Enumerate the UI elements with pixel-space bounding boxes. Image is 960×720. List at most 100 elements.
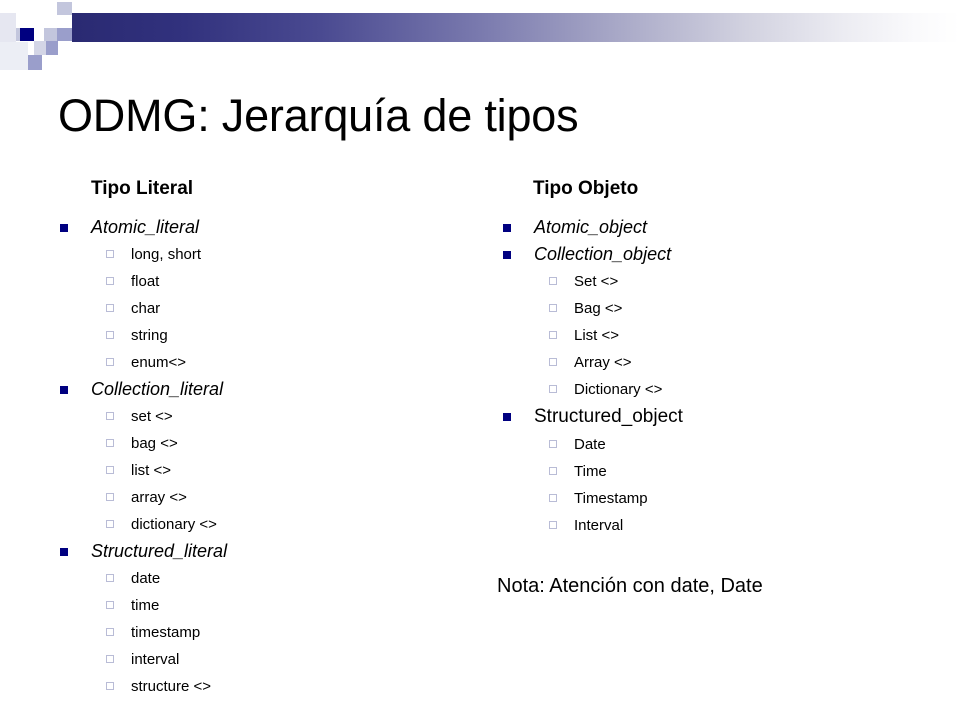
type-subitem: Time <box>487 458 927 485</box>
hollow-square-bullet-icon <box>106 520 114 528</box>
hollow-square-bullet-icon <box>106 358 114 366</box>
type-subitem: array <> <box>44 484 464 511</box>
type-group-item: Structured_literal <box>44 538 464 565</box>
type-subitem-label: dictionary <> <box>131 516 217 533</box>
header-tile <box>46 41 58 55</box>
header-tile <box>34 41 46 55</box>
type-subitem: dictionary <> <box>44 511 464 538</box>
type-subitem-label: List <> <box>574 327 620 344</box>
hollow-square-bullet-icon <box>549 521 557 529</box>
type-subitem: time <box>44 592 464 619</box>
type-group-label: Structured_object <box>534 406 683 427</box>
type-subitem-label: time <box>131 597 160 614</box>
type-subitem: List <> <box>487 322 927 349</box>
type-subitem-list: long, short float char string enum<> <box>44 241 464 376</box>
type-subitem-label: enum<> <box>131 354 187 371</box>
type-subitem: char <box>44 295 464 322</box>
header-tile <box>0 13 16 42</box>
type-subitem-label: timestamp <box>131 624 201 641</box>
column-heading-object: Tipo Objeto <box>533 178 639 199</box>
type-subitem-list: Set <> Bag <> List <> Array <> Dictionary <> <box>487 268 927 403</box>
hollow-square-bullet-icon <box>106 304 114 312</box>
hollow-square-bullet-icon <box>106 682 114 690</box>
hollow-square-bullet-icon <box>549 277 557 285</box>
header-tile <box>0 42 28 70</box>
hollow-square-bullet-icon <box>106 250 114 258</box>
type-subitem: float <box>44 268 464 295</box>
type-subitem: interval <box>44 646 464 673</box>
type-subitem-label: Interval <box>574 517 624 534</box>
type-subitem: date <box>44 565 464 592</box>
hollow-square-bullet-icon <box>106 277 114 285</box>
type-subitem-label: structure <> <box>131 678 212 695</box>
type-group-item: Collection_literal <box>44 376 464 403</box>
type-group-label: Atomic_object <box>534 217 648 237</box>
type-subitem-list: set <> bag <> list <> array <> dictionary <> <box>44 403 464 538</box>
type-subitem: Interval <box>487 512 927 539</box>
type-subitem-label: array <> <box>131 489 187 506</box>
type-subitem-label: bag <> <box>131 435 178 452</box>
hollow-square-bullet-icon <box>549 385 557 393</box>
type-subitem: enum<> <box>44 349 464 376</box>
object-type-list: Atomic_object Collection_object Set <> Bag … <box>487 214 927 539</box>
type-subitem-label: set <> <box>131 408 173 425</box>
header-tile <box>44 28 57 41</box>
type-subitem: string <box>44 322 464 349</box>
hollow-square-bullet-icon <box>549 358 557 366</box>
type-subitem: bag <> <box>44 430 464 457</box>
type-group-item: Atomic_literal <box>44 214 464 241</box>
header-tile <box>57 28 72 41</box>
type-group-label: Atomic_literal <box>91 217 200 237</box>
square-bullet-icon <box>503 413 511 421</box>
type-subitem-list: date time timestamp interval structure <> <box>44 565 464 700</box>
hollow-square-bullet-icon <box>549 494 557 502</box>
type-subitem-label: string <box>131 327 168 344</box>
type-group-label: Collection_object <box>534 244 672 264</box>
hollow-square-bullet-icon <box>106 628 114 636</box>
type-subitem: Set <> <box>487 268 927 295</box>
hollow-square-bullet-icon <box>549 331 557 339</box>
hollow-square-bullet-icon <box>106 412 114 420</box>
hollow-square-bullet-icon <box>549 440 557 448</box>
header-gradient-bar <box>72 13 960 42</box>
type-subitem-list: Date Time Timestamp Interval <box>487 431 927 539</box>
type-subitem-label: list <> <box>131 462 172 479</box>
column-heading-literal: Tipo Literal <box>91 178 194 199</box>
type-group-item: Structured_object <box>487 403 927 431</box>
nota-text: Nota: Atención con date, Date <box>497 575 763 597</box>
hollow-square-bullet-icon <box>106 493 114 501</box>
type-subitem-label: long, short <box>131 246 202 263</box>
type-group-label: Collection_literal <box>91 379 224 399</box>
type-subitem-label: char <box>131 300 161 317</box>
square-bullet-icon <box>503 251 511 259</box>
literal-type-list: Atomic_literal long, short float char string… <box>44 214 464 700</box>
square-bullet-icon <box>60 386 68 394</box>
type-subitem-label: Bag <> <box>574 300 623 317</box>
type-subitem-label: Time <box>574 463 607 480</box>
hollow-square-bullet-icon <box>549 467 557 475</box>
hollow-square-bullet-icon <box>549 304 557 312</box>
type-subitem: Array <> <box>487 349 927 376</box>
type-subitem-label: Dictionary <> <box>574 381 663 398</box>
hollow-square-bullet-icon <box>106 466 114 474</box>
header-tile <box>28 55 42 70</box>
header-tile <box>57 2 72 15</box>
type-subitem: structure <> <box>44 673 464 700</box>
type-subitem-label: Timestamp <box>574 490 648 507</box>
type-subitem-label: interval <box>131 651 180 668</box>
type-subitem-label: Array <> <box>574 354 632 371</box>
column-tipo-objeto: Tipo Objeto Atomic_object Collection_obje… <box>487 176 927 599</box>
type-subitem-label: Set <> <box>574 273 619 290</box>
header-tile <box>20 28 34 41</box>
type-subitem: Timestamp <box>487 485 927 512</box>
page-title: ODMG: Jerarquía de tipos <box>58 90 579 141</box>
square-bullet-icon <box>60 548 68 556</box>
hollow-square-bullet-icon <box>106 439 114 447</box>
hollow-square-bullet-icon <box>106 655 114 663</box>
type-subitem: set <> <box>44 403 464 430</box>
type-subitem-label: date <box>131 570 161 587</box>
column-tipo-literal: Tipo Literal Atomic_literal long, short fl… <box>44 176 464 700</box>
square-bullet-icon <box>503 224 511 232</box>
type-group-item: Collection_object <box>487 241 927 268</box>
slide-header-decoration <box>0 0 960 72</box>
